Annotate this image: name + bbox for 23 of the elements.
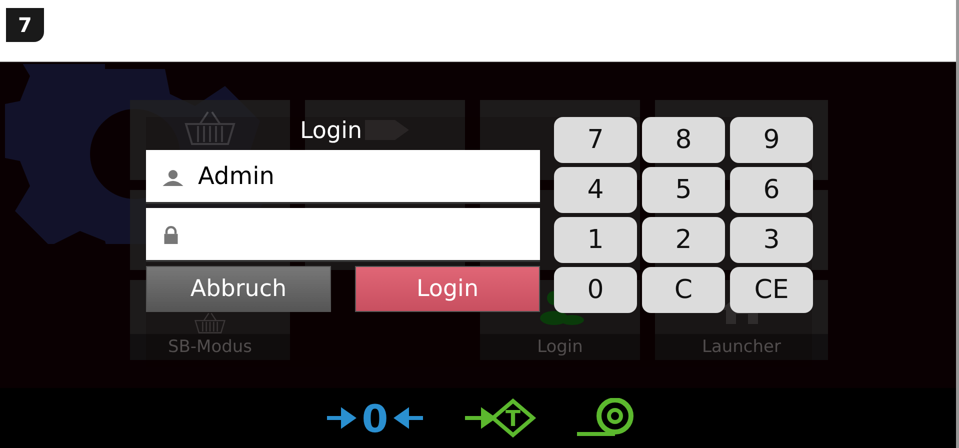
keypad-key[interactable]: 2 — [642, 217, 725, 263]
tile-label: Launcher — [655, 334, 828, 360]
lock-icon — [162, 226, 180, 244]
tile-label: SB-Modus — [130, 334, 290, 360]
step-badge: 7 — [6, 8, 44, 42]
keypad-key[interactable]: 7 — [554, 117, 637, 163]
user-icon — [160, 170, 186, 186]
password-field[interactable] — [146, 208, 540, 262]
keypad-key[interactable]: 4 — [554, 167, 637, 213]
keypad-key[interactable]: CE — [730, 267, 813, 313]
username-field[interactable]: Admin — [146, 150, 540, 204]
keypad-key[interactable]: 5 — [642, 167, 725, 213]
keypad-key[interactable]: 3 — [730, 217, 813, 263]
keypad-key[interactable]: 0 — [554, 267, 637, 313]
tile-label: Login — [480, 334, 640, 360]
keypad-key[interactable]: 9 — [730, 117, 813, 163]
keypad-key[interactable]: 8 — [642, 117, 725, 163]
login-button[interactable]: Login — [355, 266, 540, 312]
keypad-key[interactable]: 1 — [554, 217, 637, 263]
cancel-button[interactable]: Abbruch — [146, 266, 331, 312]
keypad-key[interactable]: C — [642, 267, 725, 313]
dialog-title: Login — [300, 118, 362, 144]
keypad-key[interactable]: 6 — [730, 167, 813, 213]
